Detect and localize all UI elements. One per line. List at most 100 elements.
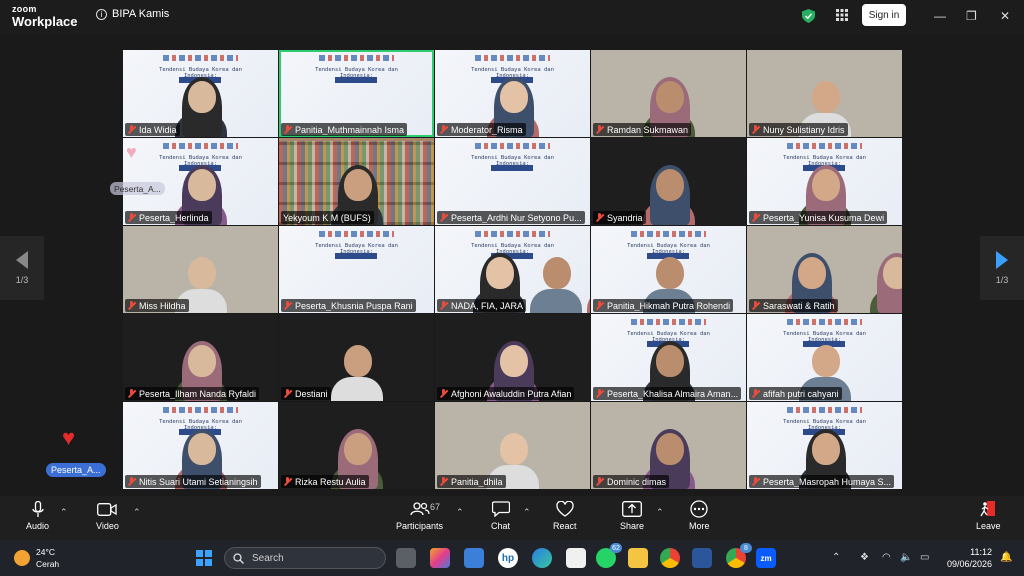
mic-muted-icon <box>751 389 760 398</box>
apps-grid-icon[interactable] <box>836 9 848 21</box>
edge-icon[interactable] <box>532 548 552 568</box>
microphone-icon <box>31 500 44 518</box>
participant-name-bar: Peserta_Ilham Nanda Ryfaldi <box>125 387 260 400</box>
battery-icon[interactable]: ▭ <box>920 552 929 563</box>
microsoft-store-icon[interactable] <box>566 548 586 568</box>
chat-button[interactable]: Chat <box>491 500 510 531</box>
participant-tile[interactable]: Rizka Restu Aulia <box>279 402 434 489</box>
participant-tile[interactable]: Ramdan Sukmawan <box>591 50 746 137</box>
chat-label: Chat <box>491 521 511 531</box>
participant-name-bar: Peserta_Khusnia Puspa Rani <box>281 299 416 312</box>
share-button[interactable]: Share <box>620 500 644 531</box>
windows-taskbar: 24°C Cerah Search hp 62 8 zm ⌃ ❖ ◠ 🔈 ▭ 1… <box>0 540 1024 576</box>
meeting-info[interactable]: i BIPA Kamis <box>96 8 169 20</box>
participant-name: Panitia_Hikmah Putra Rohendi <box>607 300 731 311</box>
encryption-shield-icon[interactable] <box>802 9 815 23</box>
participant-tile[interactable]: Dominic dimas <box>591 402 746 489</box>
slide-logos <box>319 55 394 61</box>
next-page-button[interactable]: 1/3 <box>980 236 1024 300</box>
volume-muted-icon[interactable]: 🔈 <box>900 552 912 563</box>
task-view-icon[interactable] <box>396 548 416 568</box>
mic-muted-icon <box>127 477 136 486</box>
participant-tile[interactable]: Tendensi Budaya Korea dan Indonesia: Mode… <box>435 50 590 137</box>
participant-name-bar: Ramdan Sukmawan <box>593 123 692 136</box>
participant-name: Peserta_Ardhi Nur Setyono Pu... <box>451 212 582 223</box>
participant-tile[interactable]: Tendensi Budaya Korea dan Indonesia: Pani… <box>591 226 746 313</box>
participant-tile[interactable]: Tendensi Budaya Korea dan Indonesia: afif… <box>747 314 902 401</box>
system-clock[interactable]: 11:12 09/06/2026 <box>944 546 992 570</box>
slide-logos <box>787 407 862 413</box>
participant-tile[interactable]: Tendensi Budaya Korea dan Indonesia: NADA… <box>435 226 590 313</box>
close-icon[interactable]: ✕ <box>1000 9 1010 23</box>
participant-tile[interactable]: Peserta_Ilham Nanda Ryfaldi <box>123 314 278 401</box>
participant-tile[interactable]: Panitia_dhila <box>435 402 590 489</box>
video-options-caret-icon[interactable]: ⌃ <box>133 507 141 518</box>
more-label: More <box>689 521 710 531</box>
tray-overflow-icon[interactable]: ⌃ <box>832 552 840 563</box>
minimize-icon[interactable]: — <box>934 9 946 23</box>
participant-tile[interactable]: Afghoni Awaluddin Putra Afian <box>435 314 590 401</box>
participant-tile[interactable]: Tendensi Budaya Korea dan Indonesia: Niti… <box>123 402 278 489</box>
participant-name-bar: Peserta_Ardhi Nur Setyono Pu... <box>437 211 585 224</box>
participants-options-caret-icon[interactable]: ⌃ <box>456 507 464 518</box>
info-icon[interactable]: i <box>96 8 107 20</box>
wifi-icon[interactable]: ◠ <box>882 552 891 563</box>
participant-name-bar: Peserta_Masropah Humaya S... <box>749 475 895 488</box>
participant-name: Peserta_Khusnia Puspa Rani <box>295 300 413 311</box>
previous-page-button[interactable]: 1/3 <box>0 236 44 300</box>
participant-tile[interactable]: Yekyoum K M (BUFS) <box>279 138 434 225</box>
leave-button[interactable]: Leave <box>976 500 1001 531</box>
participant-tile[interactable]: Tendensi Budaya Korea dan Indonesia: Pese… <box>591 314 746 401</box>
word-icon[interactable] <box>692 548 712 568</box>
whatsapp-icon[interactable]: 62 <box>596 543 622 568</box>
participant-name-bar: Syandria <box>593 211 646 224</box>
participant-tile[interactable]: Nuny Sulistiany Idris <box>747 50 902 137</box>
zoom-taskbar-icon[interactable]: zm <box>756 548 776 568</box>
copilot-icon[interactable] <box>430 548 450 568</box>
leave-label: Leave <box>976 521 1001 531</box>
participant-tile[interactable]: Destiani <box>279 314 434 401</box>
maximize-icon[interactable]: ❐ <box>966 9 977 23</box>
audio-button[interactable]: Audio <box>26 500 49 531</box>
participant-tile[interactable]: Saraswati & Ratih <box>747 226 902 313</box>
participant-name-bar: Rizka Restu Aulia <box>281 475 369 488</box>
mic-muted-icon <box>127 213 136 222</box>
share-options-caret-icon[interactable]: ⌃ <box>656 507 664 518</box>
hp-icon[interactable]: hp <box>498 548 518 568</box>
sign-in-button[interactable]: Sign in <box>862 4 906 26</box>
slide-logos <box>319 231 394 237</box>
video-button[interactable]: Video <box>96 500 119 531</box>
participant-name: Nitis Suari Utami Setianingsih <box>139 476 258 487</box>
chrome-icon[interactable]: 8 <box>726 543 752 568</box>
heart-icon <box>556 500 574 518</box>
file-explorer-icon[interactable] <box>628 548 648 568</box>
mic-muted-icon <box>751 213 760 222</box>
slide-subtitle-banner <box>491 165 533 171</box>
audio-options-caret-icon[interactable]: ⌃ <box>60 507 68 518</box>
participant-tile[interactable]: Tendensi Budaya Korea dan Indonesia: Pese… <box>435 138 590 225</box>
tray-app-icon[interactable]: ❖ <box>860 552 869 563</box>
participant-name-bar: Miss Hildha <box>125 299 189 312</box>
participant-tile[interactable]: Tendensi Budaya Korea dan Indonesia: Pani… <box>279 50 434 137</box>
participant-tile[interactable]: Miss Hildha <box>123 226 278 313</box>
whatsapp-badge: 62 <box>610 543 622 553</box>
weather-widget[interactable]: 24°C Cerah <box>14 546 59 570</box>
participant-tile[interactable]: Tendensi Budaya Korea dan Indonesia: Ida … <box>123 50 278 137</box>
phone-link-icon[interactable] <box>464 548 484 568</box>
chrome-profile-icon[interactable] <box>660 548 680 568</box>
participant-name-bar: Panitia_Muthmainnah Isma <box>281 123 408 136</box>
react-label: React <box>553 521 577 531</box>
page-indicator-right: 1/3 <box>995 275 1009 285</box>
participant-name-bar: Yekyoum K M (BUFS) <box>281 211 374 224</box>
chat-options-caret-icon[interactable]: ⌃ <box>523 507 531 518</box>
taskbar-search[interactable]: Search <box>224 547 386 569</box>
participant-tile[interactable]: Tendensi Budaya Korea dan Indonesia: Pese… <box>747 402 902 489</box>
participant-tile[interactable]: Tendensi Budaya Korea dan Indonesia: Pese… <box>747 138 902 225</box>
more-button[interactable]: More <box>689 500 710 531</box>
windows-start-icon[interactable] <box>196 550 212 566</box>
participant-tile[interactable]: Syandria <box>591 138 746 225</box>
react-button[interactable]: React <box>553 500 577 531</box>
participant-tile[interactable]: Tendensi Budaya Korea dan Indonesia: Pese… <box>279 226 434 313</box>
notification-bell-icon[interactable]: 🔔 <box>1000 552 1012 563</box>
slide-subtitle-banner <box>335 77 377 83</box>
